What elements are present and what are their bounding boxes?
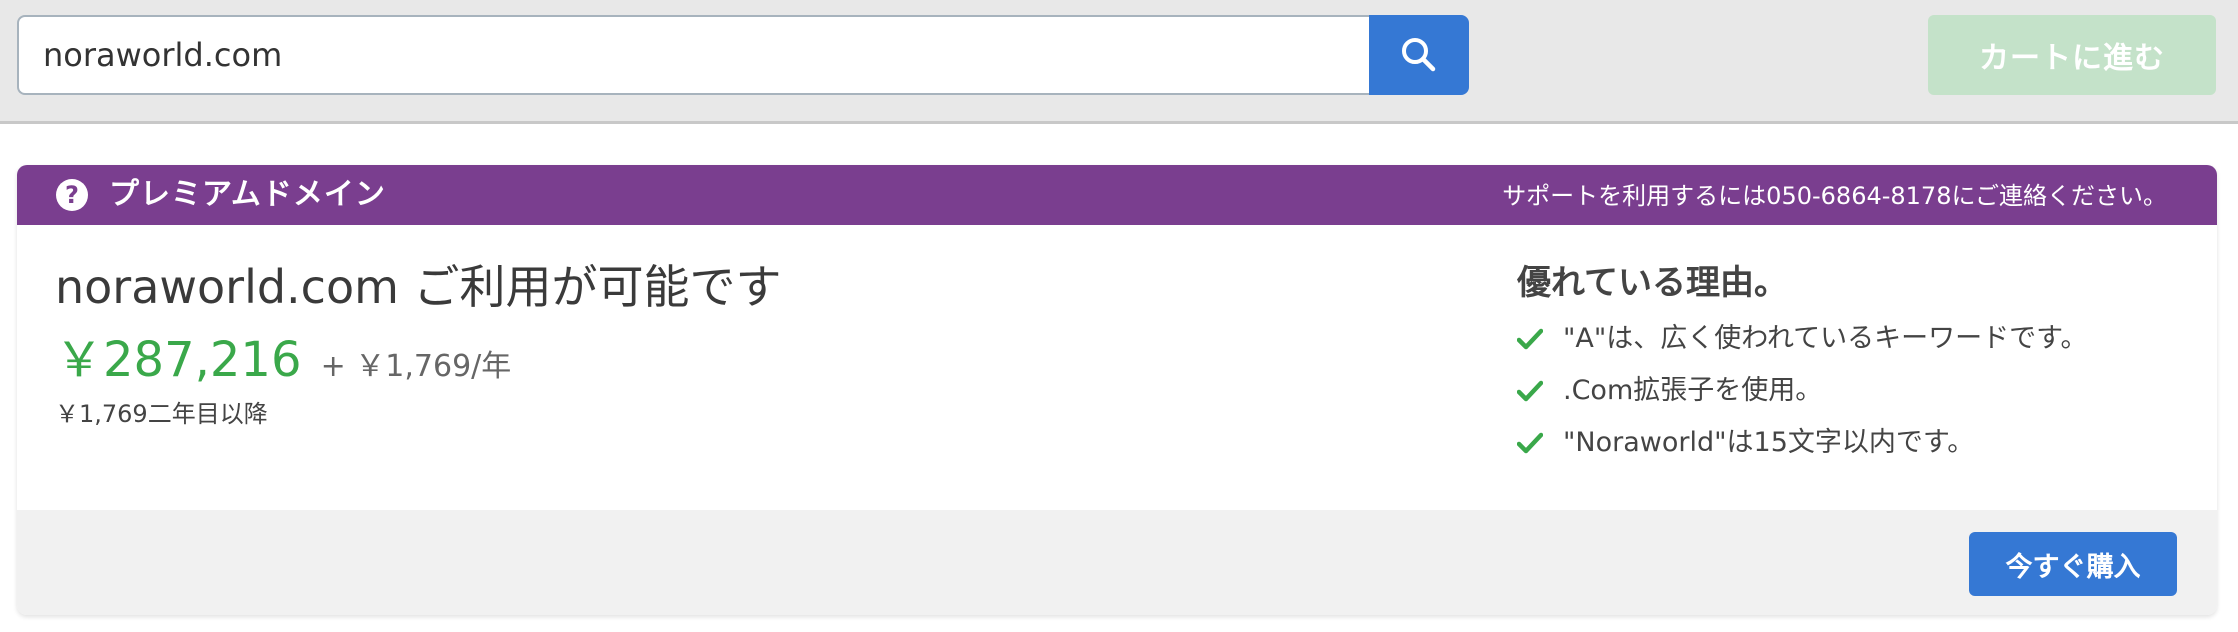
search-icon <box>1402 38 1436 72</box>
reason-text: "Noraworld"は15文字以内です。 <box>1563 427 1975 458</box>
reason-item: "A"は、広く使われているキーワードです。 <box>1517 319 2087 359</box>
premium-domain-title: プレミアムドメイン <box>109 177 386 212</box>
search-bar: カートに進む <box>0 0 2238 124</box>
reason-text: .Com拡張子を使用。 <box>1563 375 1823 406</box>
support-contact-text: サポートを利用するには050-6864-8178にご連絡ください。 <box>1502 182 2167 210</box>
price-row: ￥287,216 + ￥1,769/年 <box>55 327 511 393</box>
renewal-note: ￥1,769二年目以降 <box>55 400 268 428</box>
availability-heading: noraworld.com ご利用が可能です <box>55 260 782 314</box>
buy-now-button[interactable]: 今すぐ購入 <box>1969 532 2177 596</box>
domain-search-input[interactable] <box>17 15 1382 95</box>
reason-item: "Noraworld"は15文字以内です。 <box>1517 423 1974 463</box>
domain-price: ￥287,216 <box>55 332 302 388</box>
check-icon <box>1517 326 1543 352</box>
reason-item: .Com拡張子を使用。 <box>1517 371 1822 411</box>
reason-text: "A"は、広く使われているキーワードです。 <box>1563 323 2088 354</box>
check-icon <box>1517 378 1543 404</box>
reasons-heading: 優れている理由。 <box>1517 263 1788 303</box>
search-button[interactable] <box>1369 15 1469 95</box>
premium-domain-card: ? プレミアムドメイン サポートを利用するには050-6864-8178にご連絡… <box>17 165 2217 615</box>
card-header: ? プレミアムドメイン サポートを利用するには050-6864-8178にご連絡… <box>17 165 2217 225</box>
help-icon[interactable]: ? <box>56 179 88 211</box>
check-icon <box>1517 430 1543 456</box>
proceed-to-cart-button[interactable]: カートに進む <box>1928 15 2216 95</box>
card-footer: 今すぐ購入 <box>17 510 2217 615</box>
renewal-price: + ￥1,769/年 <box>320 349 512 384</box>
